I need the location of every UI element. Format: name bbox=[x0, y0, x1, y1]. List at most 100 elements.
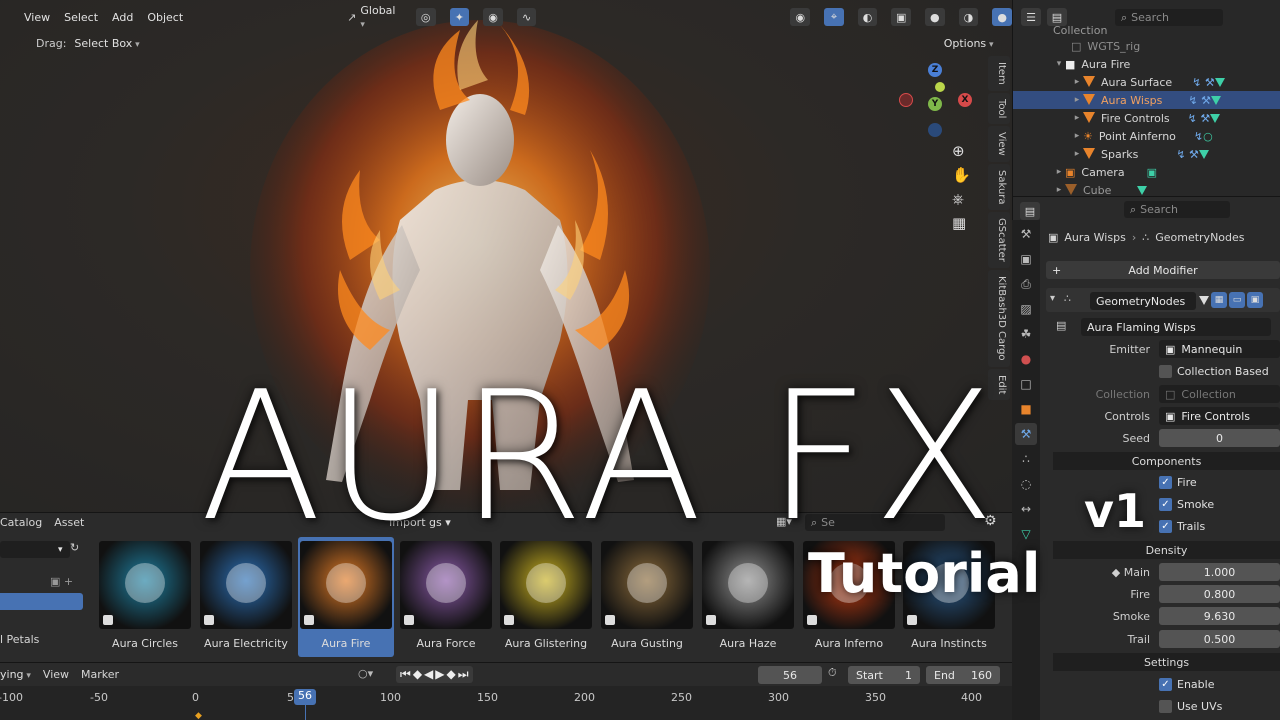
add-modifier-button[interactable]: + Add Modifier bbox=[1046, 261, 1280, 279]
density-main-field[interactable]: 1.000 bbox=[1159, 563, 1280, 581]
falloff-icon[interactable]: ∿ bbox=[516, 8, 537, 26]
gizmo-neg-z[interactable] bbox=[928, 123, 942, 137]
chevron-right-icon[interactable]: ▸ bbox=[1071, 77, 1083, 87]
outliner-row-camera[interactable]: ▸ ▣ Camera ▣ bbox=[1013, 163, 1280, 181]
camera-view-icon[interactable]: ⎈ bbox=[952, 190, 971, 208]
constraints-tab-icon[interactable]: ↔ bbox=[1015, 498, 1037, 520]
tab-gscatter[interactable]: GScatter bbox=[988, 212, 1010, 269]
record-icon[interactable]: ○▾ bbox=[358, 667, 373, 680]
keyframe-diamond-icon[interactable]: ◆ bbox=[195, 711, 202, 720]
keyframe-diamond-icon[interactable]: ◆ bbox=[1112, 566, 1124, 579]
object-tab-icon[interactable]: ■ bbox=[1015, 398, 1037, 420]
menu-object[interactable]: Object bbox=[147, 11, 183, 24]
menu-playback[interactable]: ying bbox=[0, 668, 31, 681]
tab-item[interactable]: Item bbox=[988, 56, 1010, 91]
viewport-display-icon[interactable]: ▭ bbox=[1229, 292, 1245, 308]
visibility-icon[interactable]: ◉ bbox=[790, 8, 811, 26]
use-uvs-checkbox[interactable]: Use UVs bbox=[1159, 700, 1222, 713]
collection-tab-icon[interactable]: □ bbox=[1015, 373, 1037, 395]
prev-keyframe-icon[interactable]: ◆ bbox=[413, 667, 422, 682]
shading-solid-icon[interactable]: ● bbox=[925, 8, 945, 26]
end-frame-field[interactable]: End 160 bbox=[926, 666, 1000, 684]
outliner-row-aura-surface[interactable]: ▸ Aura Surface ↯ ⚒ bbox=[1013, 73, 1280, 91]
tab-view[interactable]: View bbox=[988, 126, 1010, 162]
particles-tab-icon[interactable]: ∴ bbox=[1015, 448, 1037, 470]
outliner-row-aura-wisps[interactable]: ▸ Aura Wisps ↯ ⚒ bbox=[1013, 91, 1280, 109]
tab-sakura[interactable]: Sakura bbox=[988, 163, 1010, 211]
shading-rendered-icon[interactable]: ● bbox=[992, 8, 1012, 26]
chevron-down-icon[interactable]: ▾ bbox=[1053, 59, 1065, 69]
jump-start-icon[interactable]: ⏮ bbox=[400, 667, 411, 682]
density-trail-field[interactable]: 0.500 bbox=[1159, 630, 1280, 648]
scene-tab-icon[interactable]: ☘ bbox=[1015, 323, 1037, 345]
grid-ortho-icon[interactable]: ▦ bbox=[952, 214, 971, 232]
menu-select[interactable]: Select bbox=[64, 11, 98, 24]
catalog-item[interactable]: l Petals bbox=[0, 633, 39, 646]
render-tab-icon[interactable]: ▣ bbox=[1015, 248, 1037, 270]
node-group-field[interactable]: Aura Flaming Wisps bbox=[1081, 318, 1271, 336]
chevron-down-icon[interactable]: ▾ bbox=[1050, 293, 1055, 304]
orientation-dropdown[interactable]: Global bbox=[360, 4, 402, 30]
properties-search[interactable]: ⌕ Search bbox=[1124, 201, 1230, 218]
collection-field[interactable]: □ Collection bbox=[1159, 385, 1280, 403]
outliner-row-sparks[interactable]: ▸ Sparks ↯ ⚒ bbox=[1013, 145, 1280, 163]
playhead[interactable]: 56 bbox=[294, 689, 316, 705]
collection-based-checkbox[interactable]: Collection Based bbox=[1159, 365, 1269, 378]
menu-asset[interactable]: Asset bbox=[54, 516, 84, 529]
asset-thumbnail[interactable] bbox=[99, 541, 191, 629]
catalog-selected-item[interactable] bbox=[0, 593, 83, 610]
chevron-right-icon[interactable]: ▸ bbox=[1071, 131, 1083, 141]
outliner-row-fire-controls[interactable]: ▸ Fire Controls ↯ ⚒ bbox=[1013, 109, 1280, 127]
current-frame-field[interactable]: 56 bbox=[758, 666, 822, 684]
gizmo-y-axis[interactable]: Y bbox=[928, 97, 942, 111]
density-fire-field[interactable]: 0.800 bbox=[1159, 585, 1280, 603]
menu-view[interactable]: View bbox=[43, 668, 69, 681]
drag-dropdown[interactable]: Select Box bbox=[74, 37, 139, 50]
tab-tool[interactable]: Tool bbox=[988, 92, 1010, 125]
outliner-row-aura-fire[interactable]: ▾ ■ Aura Fire bbox=[1013, 55, 1280, 73]
options-dropdown[interactable]: Options bbox=[944, 37, 994, 50]
pan-hand-icon[interactable]: ✋ bbox=[952, 166, 971, 184]
menu-view[interactable]: View bbox=[24, 11, 50, 24]
timeline-ruler[interactable] bbox=[0, 686, 1012, 720]
gizmo-neg-y[interactable] bbox=[935, 82, 945, 92]
output-tab-icon[interactable]: ⎙ bbox=[1015, 273, 1037, 295]
start-frame-field[interactable]: Start 1 bbox=[848, 666, 920, 684]
physics-tab-icon[interactable]: ◌ bbox=[1015, 473, 1037, 495]
smoke-checkbox[interactable]: ✓ Smoke bbox=[1159, 498, 1214, 511]
cage-icon[interactable]: ▦ bbox=[1211, 292, 1227, 308]
snap-icon[interactable]: ✦ bbox=[449, 8, 470, 26]
emitter-field[interactable]: ▣ Mannequin bbox=[1159, 340, 1280, 358]
chevron-right-icon[interactable]: ▸ bbox=[1053, 185, 1065, 195]
jump-end-icon[interactable]: ⏭ bbox=[458, 667, 469, 682]
refresh-icon[interactable]: ↻ bbox=[70, 541, 79, 554]
render-camera-icon[interactable]: ▣ bbox=[1247, 292, 1263, 308]
zoom-icon[interactable]: ⊕ bbox=[952, 142, 971, 160]
menu-catalog[interactable]: Catalog bbox=[0, 516, 42, 529]
chevron-right-icon[interactable]: ▸ bbox=[1071, 149, 1083, 159]
editor-type-icon[interactable]: ▤ bbox=[1020, 202, 1040, 220]
next-keyframe-icon[interactable]: ◆ bbox=[447, 667, 456, 682]
catalog-save-icon[interactable]: ▣ + bbox=[50, 575, 73, 588]
controls-field[interactable]: ▣ Fire Controls bbox=[1159, 407, 1280, 425]
xray-icon[interactable]: ▣ bbox=[891, 8, 912, 26]
play-icon[interactable]: ▶ bbox=[435, 667, 444, 682]
chevron-right-icon[interactable]: ▸ bbox=[1071, 95, 1083, 105]
fire-checkbox[interactable]: ✓ Fire bbox=[1159, 476, 1197, 489]
tool-tab-icon[interactable]: ⚒ bbox=[1015, 223, 1037, 245]
edit-mode-icon[interactable] bbox=[1199, 296, 1209, 305]
density-smoke-field[interactable]: 9.630 bbox=[1159, 607, 1280, 625]
overlay-icon[interactable]: ◐ bbox=[857, 8, 878, 26]
outliner-row-wgts[interactable]: □ WGTS_rig bbox=[1013, 37, 1280, 55]
menu-add[interactable]: Add bbox=[112, 11, 133, 24]
chevron-right-icon[interactable]: ▸ bbox=[1053, 167, 1065, 177]
trails-checkbox[interactable]: ✓ Trails bbox=[1159, 520, 1205, 533]
navigation-gizmo[interactable]: Z Y X bbox=[895, 62, 975, 142]
enable-checkbox[interactable]: ✓ Enable bbox=[1159, 678, 1214, 691]
menu-marker[interactable]: Marker bbox=[81, 668, 119, 681]
pivot-icon[interactable]: ◎ bbox=[415, 8, 436, 26]
view-layer-tab-icon[interactable]: ▨ bbox=[1015, 298, 1037, 320]
gizmo-neg-x[interactable] bbox=[899, 93, 913, 107]
library-dropdown[interactable]: ▾ bbox=[0, 541, 70, 558]
seed-field[interactable]: 0 bbox=[1159, 429, 1280, 447]
